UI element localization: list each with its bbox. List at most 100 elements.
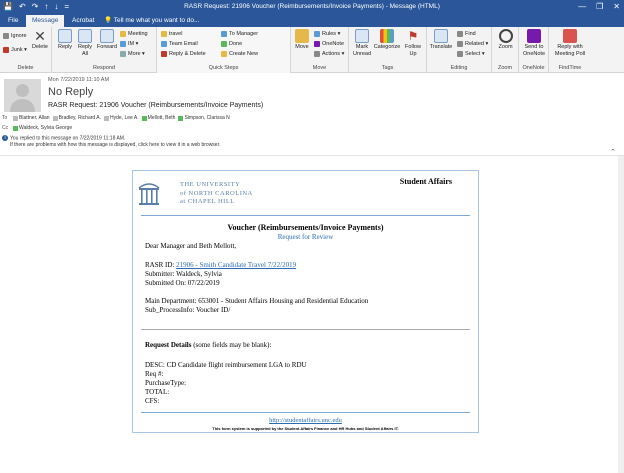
voucher-title: Voucher (Reimbursements/Invoice Payments… [227,223,384,232]
select-button[interactable]: Select ▾ [457,50,485,58]
group-label: Zoom [497,65,513,71]
sent-date: Mon 7/22/2019 11:10 AM [48,77,110,83]
zoom-group: Zoom Zoom [492,27,519,73]
avatar [4,79,41,112]
meeting-button[interactable]: Meeting [120,30,148,38]
vertical-scrollbar[interactable] [618,156,624,473]
quickstep-travel[interactable]: travel [161,30,182,38]
cc-label: Cc [2,125,9,131]
sender-name[interactable]: No Reply [48,86,93,98]
greeting: Dear Manager and Beth Mellott, [145,242,237,250]
cfs: CFS: [145,397,160,405]
onenote-icon [314,41,320,47]
recipient[interactable]: Simpson, Clarissa N [178,115,230,121]
move-group: Move Rules ▾ OneNote Actions ▾ Move [291,27,349,73]
find-button[interactable]: Find [457,30,476,38]
tab-acrobat[interactable]: Acrobat [66,15,100,27]
quickstep-create-new[interactable]: Create New [221,50,258,58]
onenote-move-button[interactable]: OneNote [314,40,344,48]
mark-unread-button[interactable]: Mark Unread [351,29,373,57]
rules-button[interactable]: Rules ▾ [314,30,340,38]
tell-me-box[interactable]: 💡 Tell me what you want to do... [104,15,199,27]
rasr-link[interactable]: 21906 - Smith Candidate Travel 7/22/2019 [176,261,296,269]
divider [141,329,470,330]
close-button[interactable]: ✕ [613,1,620,12]
create-new-icon [221,51,227,57]
email-content: THE UNIVERSITY of NORTH CAROLINA at CHAP… [132,170,479,433]
presence-icon [52,115,58,121]
reply-with-meeting-poll-button[interactable]: Reply with Meeting Poll [551,29,589,57]
onenote-icon [527,29,541,43]
magnifier-icon [498,29,513,43]
categorize-button[interactable]: Categorize [373,29,401,51]
info-bar[interactable]: i You replied to this message on 7/22/201… [2,135,220,149]
related-button[interactable]: Related ▾ [457,40,488,48]
reply-all-button[interactable]: Reply All [76,29,94,57]
ignore-icon [3,33,9,39]
presence-icon [13,115,18,121]
translate-icon [434,29,448,43]
department-title: Student Affairs [399,177,452,186]
more-respond-button[interactable]: More ▾ [120,50,145,58]
flag-icon: ⚑ [407,29,419,43]
divider [141,412,470,413]
group-label: FindTime [558,65,582,71]
request-for-review: Request for Review [277,233,334,241]
tab-file[interactable]: File [2,15,24,27]
send-to-onenote-button[interactable]: Send to OneNote [521,29,547,57]
group-label: Tags [381,65,394,71]
meeting-icon [120,31,126,37]
recipient[interactable]: Mellott, Beth [141,115,175,121]
ignore-button[interactable]: Ignore [3,32,27,40]
group-label: Delete [17,65,34,71]
group-label: Editing [450,65,468,71]
recipient[interactable]: Hyde, Lee A. [104,115,139,121]
recipient[interactable]: Waldeck, Sylvia George [13,125,72,131]
footer-link[interactable]: http://studentaffairs.unc.edu [133,417,478,424]
categorize-icon [380,29,394,43]
actions-icon [314,51,320,57]
desc: DESC: CD Candidate flight reimbursement … [145,361,307,369]
req-number: Req #: [145,370,164,378]
delete-x-icon: ✕ [34,28,46,44]
team-email-icon [161,41,167,47]
delete-button[interactable]: ✕ Delete [30,29,50,51]
quickstep-done[interactable]: Done [221,40,242,48]
message-subject: RASR Request: 21906 Voucher (Reimburseme… [48,102,264,109]
more-icon [120,51,126,57]
forward-button[interactable]: Forward [96,29,118,51]
reply-all-icon [78,29,92,43]
presence-icon [141,115,147,121]
message-header: Mon 7/22/2019 11:10 AM No Reply RASR Req… [0,73,624,156]
tab-message[interactable]: Message [26,15,65,27]
total: TOTAL: [145,388,170,396]
university-name: THE UNIVERSITY of NORTH CAROLINA at CHAP… [180,181,253,205]
rasr-id: RASR ID: 21906 - Smith Candidate Travel … [145,261,297,269]
follow-up-button[interactable]: ⚑ Follow Up [403,29,423,57]
recipient[interactable]: Blattner, Allan [13,115,50,121]
quickstep-reply-delete[interactable]: Reply & Delete [161,50,206,58]
restore-button[interactable]: ❐ [596,1,603,12]
zoom-button[interactable]: Zoom [494,29,517,51]
calendar-icon [563,29,577,43]
submitter: Submitter: Waldeck, Sylvia [145,270,222,278]
respond-group: Reply Reply All Forward Meeting IM ▾ Mor… [52,27,157,73]
junk-button[interactable]: Junk ▾ [3,46,27,54]
collapse-header-icon[interactable]: ⌃ [610,148,616,156]
quickstep-team-email[interactable]: Team Email [161,40,198,48]
reply-button[interactable]: Reply [56,29,74,51]
translate-button[interactable]: Translate [429,29,453,51]
cc-row: Cc Waldeck, Sylvia George [2,125,72,131]
folder-icon [161,31,167,37]
quickstep-to-manager[interactable]: To Manager [221,30,258,38]
findtime-group: Reply with Meeting Poll FindTime [549,27,591,73]
minimize-button[interactable]: — [578,1,586,12]
recipient[interactable]: Bradley, Richard A. [52,115,101,121]
rules-icon [314,31,320,37]
select-icon [457,51,463,57]
actions-button[interactable]: Actions ▾ [314,50,344,58]
purchase-type: PurchaseType: [145,379,187,387]
im-button[interactable]: IM ▾ [120,40,138,48]
old-well-logo-icon [138,183,160,205]
move-button[interactable]: Move [293,29,311,51]
